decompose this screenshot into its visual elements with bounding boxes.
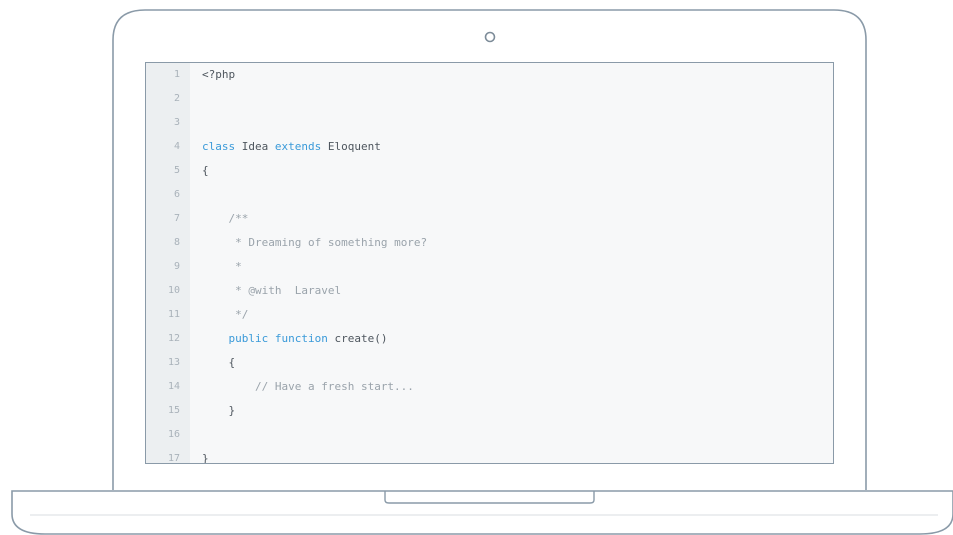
- code-editor: 1 <?php 2 3 4 class Idea extends Eloquent 5{6 7…: [146, 63, 833, 463]
- line-number: 3: [173, 117, 180, 128]
- code-keyword: public: [228, 332, 269, 345]
- line-number: 8: [173, 237, 180, 248]
- code-keyword: extends: [274, 140, 322, 153]
- code-token: <?php: [202, 68, 236, 81]
- code-line: 16: [146, 423, 833, 447]
- code-token: }: [202, 452, 209, 464]
- code-text: *: [202, 255, 242, 279]
- line-number: 4: [173, 141, 180, 152]
- code-text: class Idea extends Eloquent: [202, 135, 381, 159]
- line-number: 2: [173, 93, 180, 104]
- code-text: {: [202, 159, 209, 183]
- code-token: }: [228, 404, 236, 417]
- code-text: }: [202, 447, 209, 464]
- code-line: 10 * @with Laravel: [146, 279, 833, 303]
- line-number: 16: [167, 429, 180, 440]
- code-line: 7 /**: [146, 207, 833, 231]
- code-text: <?php: [202, 63, 235, 87]
- code-token: create(): [327, 332, 388, 345]
- line-number: 9: [173, 261, 180, 272]
- code-text: * Dreaming of something more?: [202, 231, 427, 255]
- code-comment: /**: [228, 212, 249, 225]
- code-line: 3: [146, 111, 833, 135]
- line-number: 13: [167, 357, 180, 368]
- code-line: 5{: [146, 159, 833, 183]
- code-line: 17}: [146, 447, 833, 464]
- laptop-screen: 1 <?php 2 3 4 class Idea extends Eloquent 5{6 7…: [145, 62, 834, 464]
- line-number: 5: [173, 165, 180, 176]
- line-number: 12: [167, 333, 180, 344]
- code-keyword: class: [202, 140, 236, 153]
- line-number: 10: [167, 285, 180, 296]
- code-line: 1 <?php: [146, 63, 833, 87]
- line-number: 14: [167, 381, 180, 392]
- code-line: 14 // Have a fresh start...: [146, 375, 833, 399]
- code-line: 11 */: [146, 303, 833, 327]
- code-keyword: function: [274, 332, 328, 345]
- line-number: 11: [167, 309, 180, 320]
- code-token: Idea: [235, 140, 275, 153]
- code-comment: * @with Laravel: [235, 284, 342, 297]
- code-line: 9 *: [146, 255, 833, 279]
- code-line: 13 {: [146, 351, 833, 375]
- code-text: */: [202, 303, 248, 327]
- line-number: 1: [173, 69, 180, 80]
- laptop-base: [11, 490, 953, 535]
- code-line: 12 public function create(): [146, 327, 833, 351]
- code-token: Eloquent: [321, 140, 381, 153]
- code-line: 8 * Dreaming of something more?: [146, 231, 833, 255]
- line-number: 7: [173, 213, 180, 224]
- code-text: {: [202, 351, 236, 375]
- code-line: 2: [146, 87, 833, 111]
- line-number: 6: [173, 189, 180, 200]
- line-number: 15: [167, 405, 180, 416]
- code-text: /**: [202, 207, 249, 231]
- code-comment: *: [235, 260, 242, 273]
- code-token: {: [228, 356, 236, 369]
- code-token: {: [202, 164, 209, 177]
- code-line: 15 }: [146, 399, 833, 423]
- code-comment: * Dreaming of something more?: [235, 236, 428, 249]
- code-comment: // Have a fresh start...: [254, 380, 414, 393]
- code-text: // Have a fresh start...: [202, 375, 414, 399]
- laptop-illustration: 1 <?php 2 3 4 class Idea extends Eloquent 5{6 7…: [0, 0, 953, 535]
- code-text: }: [202, 399, 236, 423]
- code-line: 4 class Idea extends Eloquent: [146, 135, 833, 159]
- code-line: 6: [146, 183, 833, 207]
- code-comment: */: [235, 308, 249, 321]
- line-number: 17: [167, 453, 180, 464]
- code-text: * @with Laravel: [202, 279, 341, 303]
- code-text: public function create(): [202, 327, 388, 351]
